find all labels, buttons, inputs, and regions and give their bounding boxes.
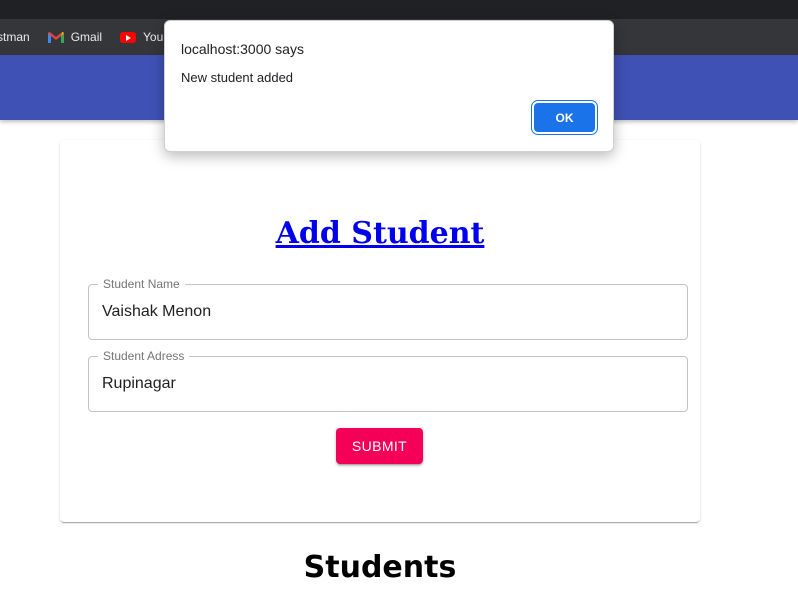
bookmark-youtube[interactable]: You xyxy=(120,30,163,44)
student-name-input[interactable] xyxy=(102,285,672,339)
youtube-icon xyxy=(120,31,137,43)
bookmark-gmail[interactable]: Gmail xyxy=(47,30,103,44)
bookmark-label: You xyxy=(143,30,164,44)
alert-dialog: localhost:3000 says New student added OK xyxy=(164,20,614,152)
bookmark-label: Gmail xyxy=(70,30,103,44)
ok-button[interactable]: OK xyxy=(534,103,595,132)
gmail-icon xyxy=(47,31,64,43)
bookmark-label: stman xyxy=(0,30,30,44)
submit-button[interactable]: SUBMIT xyxy=(336,428,423,464)
student-address-field[interactable]: Student Adress xyxy=(88,349,688,412)
student-name-field[interactable]: Student Name xyxy=(88,277,688,340)
page-title: Add Student xyxy=(60,214,700,254)
alert-message: New student added xyxy=(181,70,294,85)
student-address-input[interactable] xyxy=(102,357,672,411)
students-heading: Students xyxy=(303,550,457,585)
alert-title: localhost:3000 says xyxy=(181,41,304,57)
bookmark-postman[interactable]: stman xyxy=(0,30,30,44)
browser-tab-strip xyxy=(0,0,798,19)
add-student-link[interactable]: Add Student xyxy=(276,216,485,251)
add-student-card: Add Student Student Name Student Adress … xyxy=(60,140,700,522)
